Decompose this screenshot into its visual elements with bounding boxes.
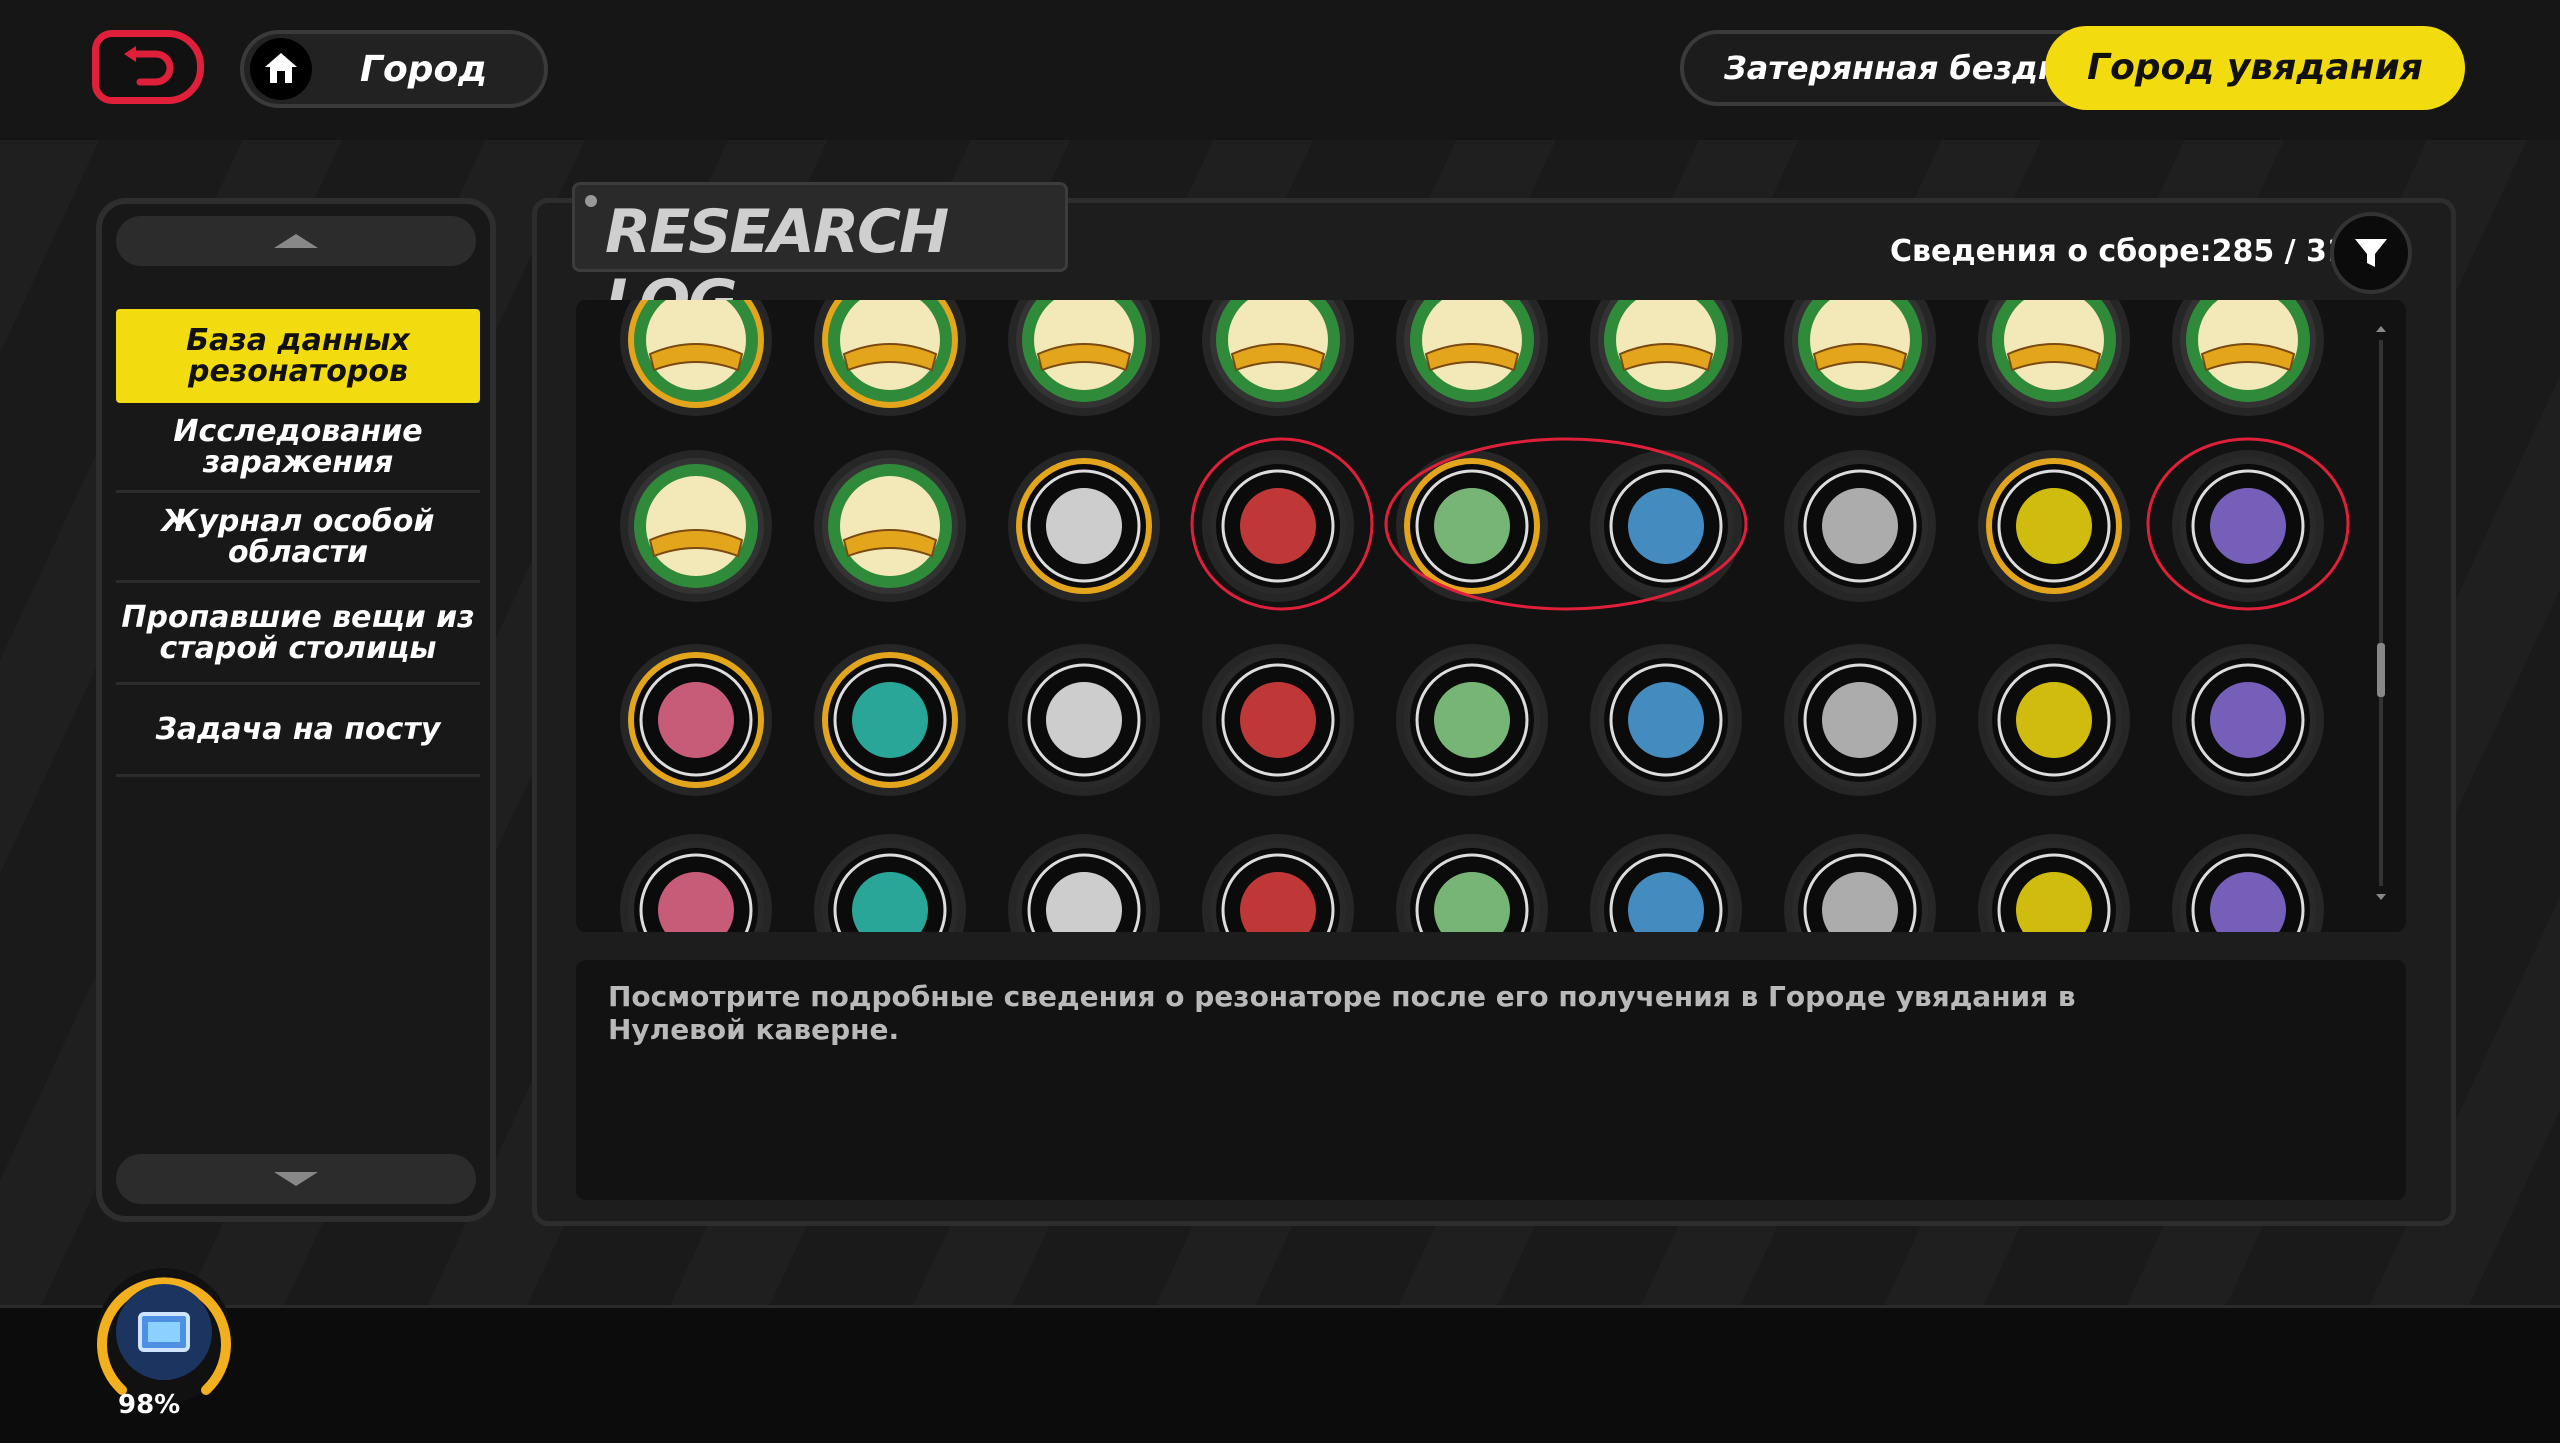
menu-item-special-zone-log[interactable]: Журнал особой области xyxy=(116,493,480,583)
steel-arm-badge[interactable] xyxy=(1580,300,1752,430)
back-button[interactable] xyxy=(92,30,204,104)
star-jar-badge[interactable] xyxy=(998,634,1170,810)
castle-badge[interactable] xyxy=(1774,440,1946,616)
category-menu: База данных резонаторов Исследование зар… xyxy=(116,309,480,777)
scroll-down-button[interactable] xyxy=(116,1154,476,1204)
scroll-up-button[interactable] xyxy=(116,216,476,266)
energy-gauge xyxy=(90,1262,238,1410)
steel-bomb-badge[interactable] xyxy=(1192,300,1364,430)
steel-bunny-badge[interactable] xyxy=(998,300,1170,430)
water-gun-badge[interactable] xyxy=(1968,824,2140,932)
research-log-tab: RESEARCH LOG xyxy=(572,182,1068,337)
spinner-eye-badge[interactable] xyxy=(1774,634,1946,810)
fire-extinguisher-badge[interactable] xyxy=(1580,824,1752,932)
funnel-icon xyxy=(2355,239,2387,267)
shark-gun-badge[interactable] xyxy=(2162,824,2334,932)
spiky-plant-badge[interactable] xyxy=(804,824,976,932)
crossed-swords-badge[interactable] xyxy=(1580,634,1752,810)
chevron-down-icon xyxy=(274,1172,318,1186)
bottom-bar xyxy=(0,1305,2560,1443)
steel-tin-badge[interactable] xyxy=(1386,300,1558,430)
steel-chess-badge[interactable] xyxy=(1968,300,2140,430)
ticket-badge[interactable] xyxy=(1192,824,1364,932)
leaf-card-badge[interactable] xyxy=(1386,634,1558,810)
steel-up-badge[interactable] xyxy=(1774,300,1946,430)
collection-counter: Сведения о сборе:285 / 313 xyxy=(1890,234,2369,269)
city-button[interactable]: Город xyxy=(240,30,548,108)
paper-plane-badge[interactable] xyxy=(998,824,1170,932)
piggy-bank-badge[interactable] xyxy=(998,440,1170,616)
heart-ambulance-badge[interactable] xyxy=(610,824,782,932)
red-annotation-circle xyxy=(2146,437,2350,611)
chevron-up-icon xyxy=(274,234,318,248)
frog-clock-badge[interactable] xyxy=(1968,440,2140,616)
battery-percent: 98% xyxy=(118,1390,181,1420)
description-text: Посмотрите подробные сведения о резонато… xyxy=(608,980,2076,1046)
menu-item-infection-research[interactable]: Исследование заражения xyxy=(116,403,480,493)
resonator-grid xyxy=(576,300,2406,932)
menu-item-post-task[interactable]: Задача на посту xyxy=(116,685,480,777)
red-annotation-circle xyxy=(1384,437,1748,611)
menu-item-lost-items[interactable]: Пропавшие вещи из старой столицы xyxy=(116,583,480,685)
steel-chart-badge[interactable] xyxy=(804,300,976,430)
sword-card-badge[interactable] xyxy=(1192,634,1364,810)
region-tabs: Затерянная бездна Город увядания xyxy=(1680,26,2470,110)
return-arrow-icon xyxy=(124,46,174,86)
scroll-up-arrow-icon xyxy=(2376,326,2386,332)
description-box: Посмотрите подробные сведения о резонато… xyxy=(576,960,2406,1200)
scrollbar-thumb[interactable] xyxy=(2377,643,2385,697)
bug-card-badge[interactable] xyxy=(1968,634,2140,810)
cat-headset-badge[interactable] xyxy=(1774,824,1946,932)
steel-box-badge[interactable] xyxy=(2162,300,2334,430)
city-label: Город xyxy=(360,48,488,90)
robot-cube-badge[interactable] xyxy=(610,634,782,810)
red-annotation-circle xyxy=(1190,437,1374,611)
filter-button[interactable] xyxy=(2330,212,2412,294)
steel-astronaut-badge[interactable] xyxy=(804,440,976,616)
steel-compass-badge[interactable] xyxy=(610,300,782,430)
cyclops-creature-badge[interactable] xyxy=(804,634,976,810)
gold-box-badge[interactable] xyxy=(2162,634,2334,810)
scrollbar-track xyxy=(2379,340,2383,886)
grid-scrollbar[interactable] xyxy=(2374,318,2388,908)
menu-item-resonator-db[interactable]: База данных резонаторов xyxy=(116,309,480,403)
scroll-down-arrow-icon xyxy=(2376,894,2386,900)
pins-badge[interactable] xyxy=(1386,824,1558,932)
tab-withering-city[interactable]: Город увядания xyxy=(2045,26,2465,110)
tab-rivet-icon xyxy=(585,195,597,207)
home-icon xyxy=(250,38,312,100)
category-sidebar: База данных резонаторов Исследование зар… xyxy=(96,198,496,1222)
steel-telescope-badge[interactable] xyxy=(610,440,782,616)
